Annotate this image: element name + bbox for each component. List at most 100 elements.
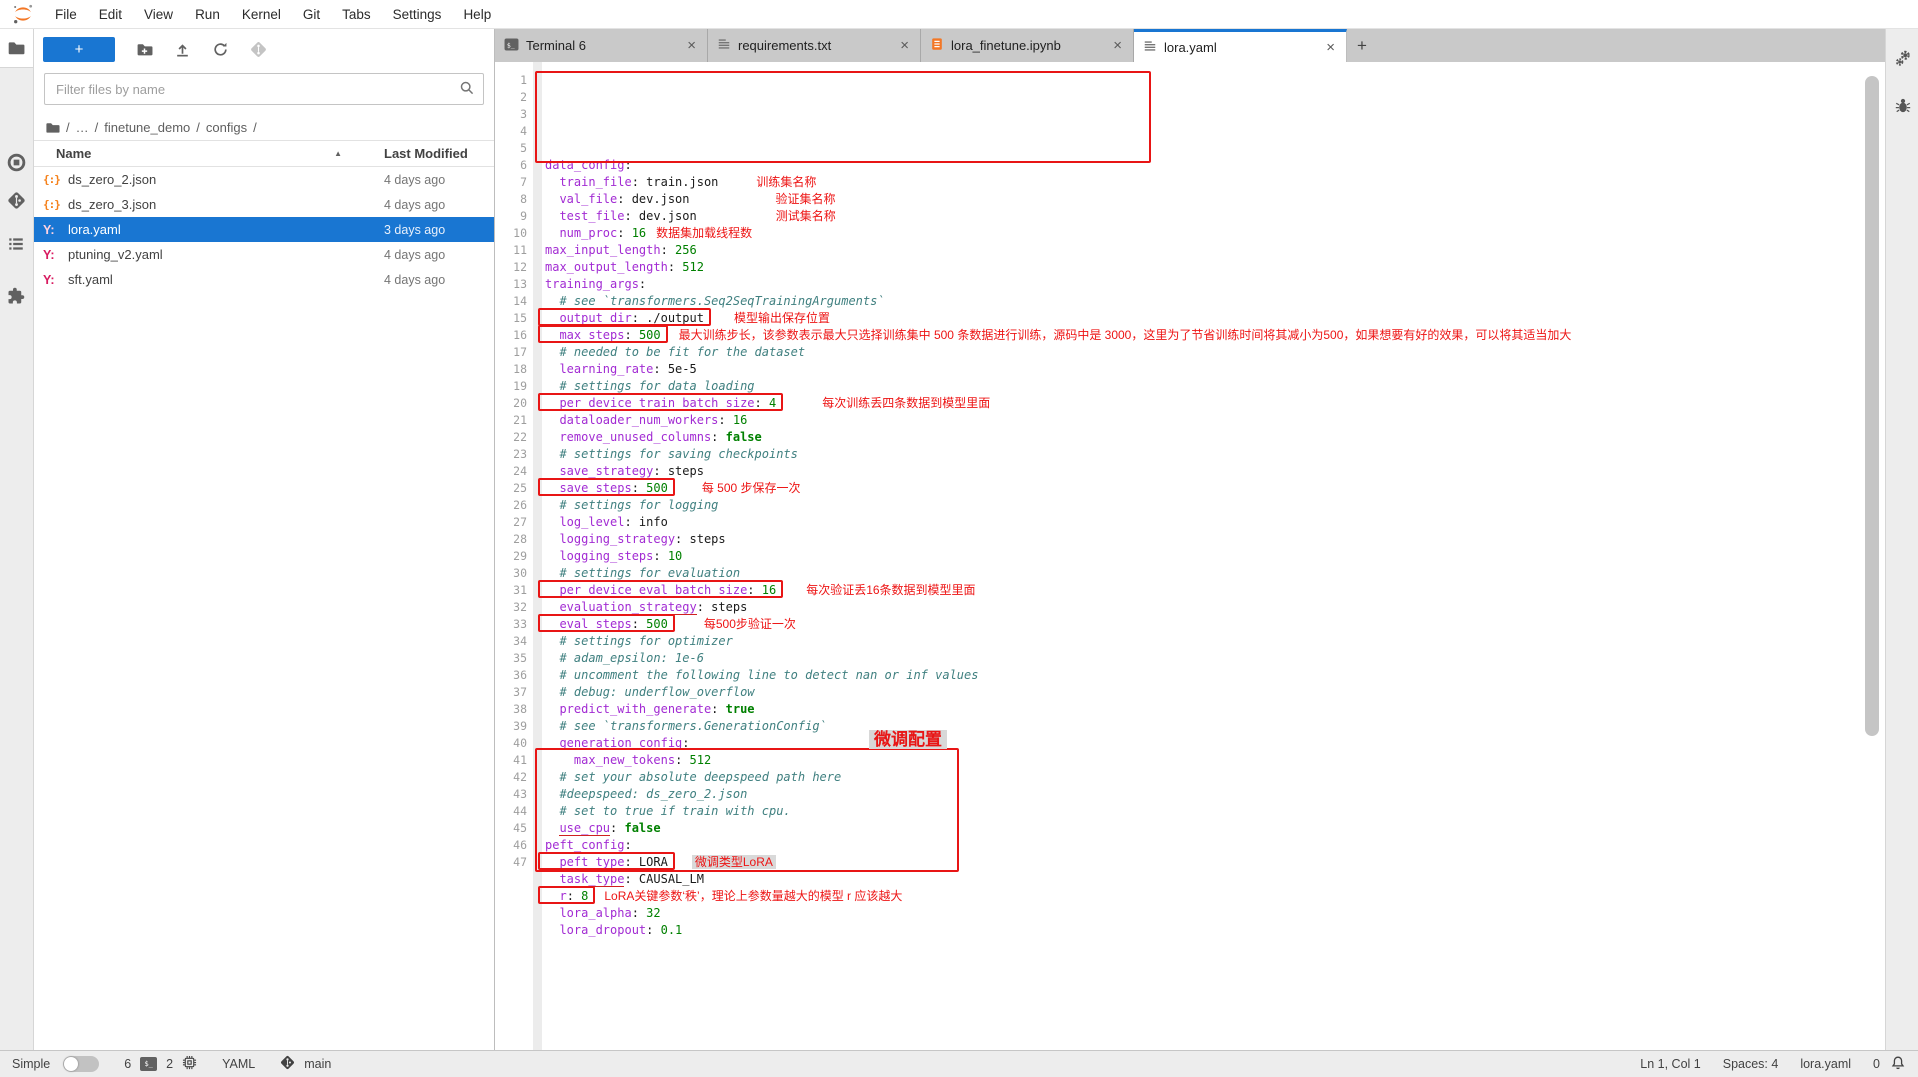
indent-setting[interactable]: Spaces: 4 xyxy=(1723,1057,1779,1071)
code-line[interactable]: dataloader_num_workers: 16 xyxy=(542,412,1885,429)
menu-item-tabs[interactable]: Tabs xyxy=(331,7,382,22)
file-row[interactable]: {:}ds_zero_2.json4 days ago xyxy=(34,167,494,192)
code-line[interactable]: # needed to be fit for the dataset xyxy=(542,344,1885,361)
terminal-count[interactable]: 6 xyxy=(124,1057,131,1071)
code-area[interactable]: 微调配置 data_config: train_file: train.json… xyxy=(542,62,1885,1050)
new-folder-icon[interactable] xyxy=(135,40,153,58)
close-icon[interactable]: × xyxy=(898,37,911,54)
code-line[interactable]: training_args: xyxy=(542,276,1885,293)
tab-terminal-6[interactable]: $_Terminal 6× xyxy=(495,29,708,62)
code-line[interactable]: # uncomment the following line to detect… xyxy=(542,667,1885,684)
code-line[interactable]: data_config: xyxy=(542,157,1885,174)
code-line[interactable]: generation_config: xyxy=(542,735,1885,752)
tab-lora-yaml[interactable]: lora.yaml× xyxy=(1134,29,1347,62)
code-line[interactable]: log_level: info xyxy=(542,514,1885,531)
code-line[interactable]: save_strategy: steps xyxy=(542,463,1885,480)
code-line[interactable]: # debug: underflow_overflow xyxy=(542,684,1885,701)
table-of-contents-icon[interactable] xyxy=(5,233,27,255)
breadcrumb-folder[interactable]: configs xyxy=(206,120,247,135)
file-row[interactable]: {:}ds_zero_3.json4 days ago xyxy=(34,192,494,217)
code-line[interactable]: logging_steps: 10 xyxy=(542,548,1885,565)
code-line[interactable]: lora_dropout: 0.1 xyxy=(542,922,1885,939)
column-last-modified[interactable]: Last Modified xyxy=(384,146,494,161)
menu-item-file[interactable]: File xyxy=(44,7,88,22)
code-line[interactable]: task_type: CAUSAL_LM xyxy=(542,871,1885,888)
code-line[interactable]: remove_unused_columns: false xyxy=(542,429,1885,446)
code-line[interactable]: eval_steps: 500每500步验证一次 xyxy=(542,616,1885,633)
code-line[interactable]: # see `transformers.GenerationConfig` xyxy=(542,718,1885,735)
menu-item-git[interactable]: Git xyxy=(292,7,331,22)
code-line[interactable]: num_proc: 16数据集加载线程数 xyxy=(542,225,1885,242)
menu-item-view[interactable]: View xyxy=(133,7,184,22)
code-line[interactable]: # settings for evaluation xyxy=(542,565,1885,582)
code-line[interactable]: predict_with_generate: true xyxy=(542,701,1885,718)
git-clone-icon[interactable] xyxy=(249,40,267,58)
close-icon[interactable]: × xyxy=(1324,39,1337,56)
cursor-position[interactable]: Ln 1, Col 1 xyxy=(1640,1057,1700,1071)
tab-lora-finetune-ipynb[interactable]: lora_finetune.ipynb× xyxy=(921,29,1134,62)
menu-item-kernel[interactable]: Kernel xyxy=(231,7,292,22)
code-line[interactable]: # settings for data loading xyxy=(542,378,1885,395)
tab-requirements-txt[interactable]: requirements.txt× xyxy=(708,29,921,62)
file-row[interactable]: Y:sft.yaml4 days ago xyxy=(34,267,494,292)
code-line[interactable]: learning_rate: 5e-5 xyxy=(542,361,1885,378)
code-line[interactable]: train_file: train.json训练集名称 xyxy=(542,174,1885,191)
column-name[interactable]: Name ▲ xyxy=(56,146,384,161)
code-line[interactable]: # settings for saving checkpoints xyxy=(542,446,1885,463)
code-line[interactable]: peft_config: xyxy=(542,837,1885,854)
code-line[interactable]: logging_strategy: steps xyxy=(542,531,1885,548)
code-line[interactable]: save_steps: 500每 500 步保存一次 xyxy=(542,480,1885,497)
simple-mode-toggle[interactable] xyxy=(63,1056,99,1072)
close-icon[interactable]: × xyxy=(685,37,698,54)
code-line[interactable]: lora_alpha: 32 xyxy=(542,905,1885,922)
code-line[interactable]: val_file: dev.json验证集名称 xyxy=(542,191,1885,208)
running-sessions-icon[interactable] xyxy=(5,151,27,173)
upload-icon[interactable] xyxy=(173,40,191,58)
menu-item-run[interactable]: Run xyxy=(184,7,231,22)
code-line[interactable]: output_dir: ./output模型输出保存位置 xyxy=(542,310,1885,327)
code-line[interactable]: # settings for logging xyxy=(542,497,1885,514)
menu-item-settings[interactable]: Settings xyxy=(382,7,453,22)
bell-icon[interactable] xyxy=(1890,1055,1906,1074)
code-line[interactable]: use_cpu: false xyxy=(542,820,1885,837)
file-browser-icon[interactable] xyxy=(5,37,27,59)
breadcrumb-folder[interactable]: finetune_demo xyxy=(104,120,190,135)
code-line[interactable]: max_output_length: 512 xyxy=(542,259,1885,276)
new-launcher-button[interactable]: + xyxy=(43,37,115,62)
git-branch-name[interactable]: main xyxy=(304,1057,331,1071)
add-tab-button[interactable]: + xyxy=(1347,29,1377,62)
refresh-icon[interactable] xyxy=(211,40,229,58)
code-line[interactable]: max_input_length: 256 xyxy=(542,242,1885,259)
property-inspector-icon[interactable] xyxy=(1892,47,1914,69)
breadcrumb-ellipsis[interactable]: … xyxy=(76,120,89,135)
code-line[interactable]: # see `transformers.Seq2SeqTrainingArgum… xyxy=(542,293,1885,310)
code-line[interactable]: evaluation_strategy: steps xyxy=(542,599,1885,616)
editor[interactable]: 1234567891011121314151617181920212223242… xyxy=(495,62,1885,1050)
sort-ascending-icon[interactable]: ▲ xyxy=(334,149,342,158)
notification-count[interactable]: 0 xyxy=(1873,1057,1880,1071)
code-line[interactable] xyxy=(542,939,1885,956)
code-line[interactable]: # set your absolute deepspeed path here xyxy=(542,769,1885,786)
code-line[interactable]: # set to true if train with cpu. xyxy=(542,803,1885,820)
code-line[interactable]: max_steps: 500最大训练步长，该参数表示最大只选择训练集中 500 … xyxy=(542,327,1885,344)
code-line[interactable]: max_new_tokens: 512 xyxy=(542,752,1885,769)
extensions-icon[interactable] xyxy=(5,285,27,307)
file-row[interactable]: Y:ptuning_v2.yaml4 days ago xyxy=(34,242,494,267)
code-line[interactable]: # adam_epsilon: 1e-6 xyxy=(542,650,1885,667)
code-line[interactable]: #deepspeed: ds_zero_2.json xyxy=(542,786,1885,803)
language-mode[interactable]: YAML xyxy=(222,1057,255,1071)
git-icon[interactable] xyxy=(5,189,27,211)
file-row[interactable]: Y:lora.yaml3 days ago xyxy=(34,217,494,242)
debugger-icon[interactable] xyxy=(1892,95,1914,117)
editor-scrollbar-thumb[interactable] xyxy=(1865,76,1879,736)
code-line[interactable]: peft_type: LORA微调类型LoRA xyxy=(542,854,1885,871)
code-line[interactable]: per_device_train_batch_size: 4每次训练丢四条数据到… xyxy=(542,395,1885,412)
close-icon[interactable]: × xyxy=(1111,37,1124,54)
kernel-count[interactable]: 2 xyxy=(166,1057,173,1071)
code-line[interactable]: # settings for optimizer xyxy=(542,633,1885,650)
code-line[interactable]: per_device_eval_batch_size: 16每次验证丢16条数据… xyxy=(542,582,1885,599)
menu-item-help[interactable]: Help xyxy=(452,7,502,22)
file-filter-input[interactable] xyxy=(44,73,484,105)
code-line[interactable]: r: 8LoRA关键参数‘秩’，理论上参数量越大的模型 r 应该越大 xyxy=(542,888,1885,905)
home-folder-icon[interactable] xyxy=(45,120,60,135)
